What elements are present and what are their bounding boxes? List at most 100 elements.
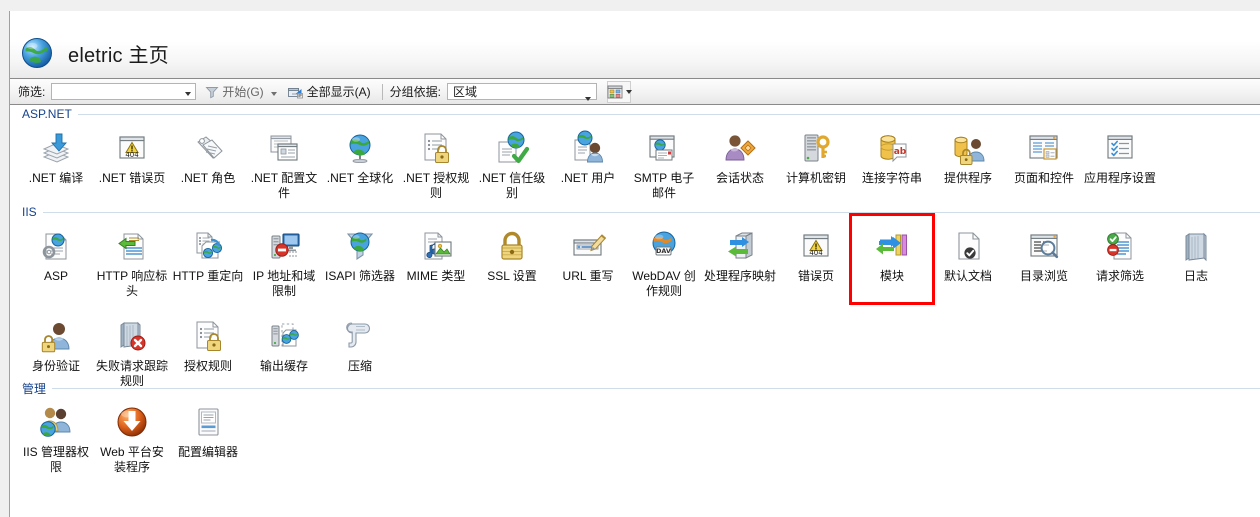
default-document-icon — [948, 226, 988, 266]
feature-label: .NET 用户 — [560, 171, 616, 185]
feature-row: 身份验证 失败请求跟踪规则 授权规则 输出缓存 压缩 — [10, 311, 1260, 389]
feature-tile-asp[interactable]: ASP — [18, 221, 94, 299]
chevron-down-icon[interactable] — [185, 85, 192, 99]
feature-label: .NET 配置文件 — [250, 171, 318, 200]
feature-tile-logging[interactable]: 日志 — [1158, 221, 1234, 299]
authentication-icon — [36, 316, 76, 356]
filter-input[interactable] — [51, 83, 197, 100]
show-all-button[interactable]: 全部显示(A) — [285, 82, 374, 102]
group-iis: IIS ASP HTTP 响应标头 HTTP 重定向 IP 地址和域限制 ISA… — [10, 203, 1260, 389]
feature-tile-net-error-pages[interactable]: 404 .NET 错误页 — [94, 123, 170, 201]
feature-tile-net-globalization[interactable]: .NET 全球化 — [322, 123, 398, 201]
feature-label: .NET 错误页 — [98, 171, 166, 185]
feature-tile-session-state[interactable]: 会话状态 — [702, 123, 778, 201]
failed-request-tracing-rules-icon — [112, 316, 152, 356]
feature-label: URL 重写 — [562, 269, 614, 283]
pages-and-controls-icon — [1024, 128, 1064, 168]
net-globalization-icon — [340, 128, 380, 168]
feature-tile-net-profile[interactable]: .NET 配置文件 — [246, 123, 322, 201]
feature-label: 输出缓存 — [259, 359, 308, 373]
feature-tile-smtp-email[interactable]: SMTP 电子邮件 — [626, 123, 702, 201]
funnel-icon — [205, 85, 219, 99]
feature-tile-pages-and-controls[interactable]: 页面和控件 — [1006, 123, 1082, 201]
feature-label: ASP — [43, 269, 68, 283]
group-divider — [77, 113, 1260, 115]
feature-tile-http-response-headers[interactable]: HTTP 响应标头 — [94, 221, 170, 299]
filter-toolbar: 筛选: 开始(G) 全部显示(A) 分组依据: 区域 — [10, 79, 1260, 105]
feature-label: .NET 信任级别 — [478, 171, 546, 200]
feature-row: IIS 管理器权限 Web 平台安装程序 配置编辑器 — [10, 397, 1260, 475]
feature-tile-output-caching[interactable]: 输出缓存 — [246, 311, 322, 389]
group-title: IIS — [22, 205, 37, 219]
http-response-headers-icon — [112, 226, 152, 266]
feature-label: 默认文档 — [943, 269, 992, 283]
feature-tile-application-settings[interactable]: 应用程序设置 — [1082, 123, 1158, 201]
feature-tile-authorization-rules[interactable]: 授权规则 — [170, 311, 246, 389]
feature-label: Web 平台安装程序 — [100, 445, 164, 474]
group-header: IIS — [10, 203, 1260, 221]
feature-tile-iis-manager-permissions[interactable]: IIS 管理器权限 — [18, 397, 94, 475]
svg-text:ab: ab — [894, 147, 907, 157]
globe-icon — [20, 36, 54, 70]
session-state-icon — [720, 128, 760, 168]
machine-key-icon — [796, 128, 836, 168]
feature-tile-machine-key[interactable]: 计算机密钥 — [778, 123, 854, 201]
feature-tile-request-filtering[interactable]: 请求筛选 — [1082, 221, 1158, 299]
net-users-icon — [568, 128, 608, 168]
feature-label: 请求筛选 — [1095, 269, 1144, 283]
feature-tile-net-compilation[interactable]: .NET 编译 — [18, 123, 94, 201]
group-divider — [52, 387, 1260, 389]
error-pages-icon: 404 — [796, 226, 836, 266]
feature-tile-default-document[interactable]: 默认文档 — [930, 221, 1006, 299]
start-filter-button[interactable]: 开始(G) — [202, 82, 266, 102]
feature-label: IP 地址和域限制 — [252, 269, 316, 298]
feature-tile-modules[interactable]: 模块 — [854, 221, 930, 299]
group-by-select[interactable]: 区域 — [447, 83, 598, 101]
feature-tile-net-roles[interactable]: .NET 角色 — [170, 123, 246, 201]
feature-label: 身份验证 — [31, 359, 80, 373]
page-title: eletric 主页 — [68, 45, 169, 67]
group-header: ASP.NET — [10, 105, 1260, 123]
feature-tile-error-pages[interactable]: 404 错误页 — [778, 221, 854, 299]
modules-icon — [872, 226, 912, 266]
feature-tile-url-rewrite[interactable]: URL 重写 — [550, 221, 626, 299]
feature-label: ISAPI 筛选器 — [324, 269, 395, 283]
view-mode-button[interactable] — [607, 80, 632, 103]
feature-tile-isapi-filters[interactable]: ISAPI 筛选器 — [322, 221, 398, 299]
feature-tile-ssl-settings[interactable]: SSL 设置 — [474, 221, 550, 299]
feature-label: 目录浏览 — [1019, 269, 1068, 283]
webdav-authoring-rules-icon: DAV — [644, 226, 684, 266]
iis-manager-window: eletric 主页 筛选: 开始(G) 全部显示(A) 分组依据: 区域 AS… — [0, 0, 1260, 517]
show-all-label: 全部显示(A) — [306, 85, 371, 99]
feature-label: SSL 设置 — [487, 269, 537, 283]
chevron-down-icon[interactable] — [585, 90, 592, 104]
feature-label: 页面和控件 — [1013, 171, 1074, 185]
feature-label: IIS 管理器权限 — [22, 445, 89, 474]
feature-view-pane: eletric 主页 筛选: 开始(G) 全部显示(A) 分组依据: 区域 AS… — [10, 11, 1260, 517]
feature-tile-ip-restrictions[interactable]: IP 地址和域限制 — [246, 221, 322, 299]
start-filter-dropdown[interactable] — [270, 85, 277, 99]
feature-tile-failed-request-tracing[interactable]: 失败请求跟踪规则 — [94, 311, 170, 389]
feature-tile-directory-browsing[interactable]: 目录浏览 — [1006, 221, 1082, 299]
feature-tile-webdav-authoring-rules[interactable]: DAV WebDAV 创作规则 — [626, 221, 702, 299]
feature-tile-web-platform-installer[interactable]: Web 平台安装程序 — [94, 397, 170, 475]
web-platform-installer-icon — [112, 402, 152, 442]
feature-tile-http-redirect[interactable]: HTTP 重定向 — [170, 221, 246, 299]
net-error-pages-icon: 404 — [112, 128, 152, 168]
feature-tile-compression[interactable]: 压缩 — [322, 311, 398, 389]
feature-label: HTTP 响应标头 — [96, 269, 168, 298]
feature-tile-net-authorization-rules[interactable]: .NET 授权规则 — [398, 123, 474, 201]
group-by-label: 分组依据: — [389, 85, 442, 99]
asp-icon — [36, 226, 76, 266]
feature-tile-connection-strings[interactable]: ab 连接字符串 — [854, 123, 930, 201]
feature-tile-providers[interactable]: 提供程序 — [930, 123, 1006, 201]
feature-tile-mime-types[interactable]: MIME 类型 — [398, 221, 474, 299]
feature-tile-authentication[interactable]: 身份验证 — [18, 311, 94, 389]
feature-label: .NET 角色 — [180, 171, 236, 185]
isapi-filters-icon — [340, 226, 380, 266]
feature-tile-configuration-editor[interactable]: 配置编辑器 — [170, 397, 246, 475]
feature-tile-handler-mappings[interactable]: 处理程序映射 — [702, 221, 778, 299]
feature-tile-net-users[interactable]: .NET 用户 — [550, 123, 626, 201]
feature-label: WebDAV 创作规则 — [632, 269, 696, 298]
feature-tile-net-trust-levels[interactable]: .NET 信任级别 — [474, 123, 550, 201]
